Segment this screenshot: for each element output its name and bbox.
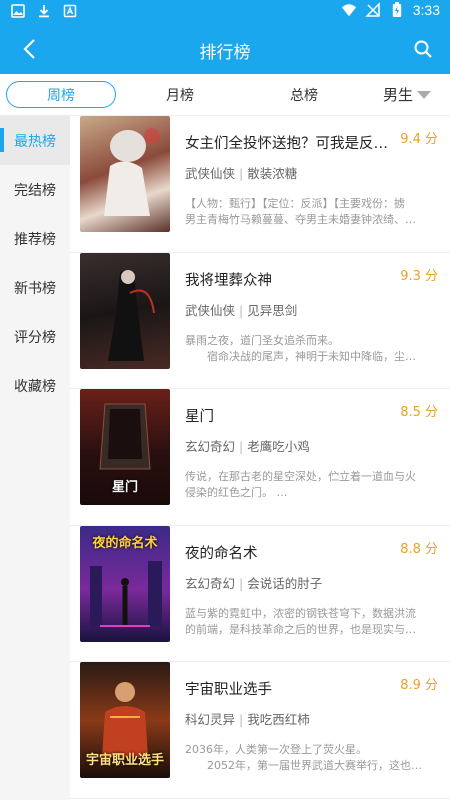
book-description: 暴雨之夜，道门圣女追杀而来。 宿命决战的尾声，神明于未知中降临，尘… [185, 333, 443, 365]
book-title: 星门 [185, 409, 214, 425]
book-list: 女主们全投怀送抱？可我是反… 9.4 分 武侠仙侠 | 散装浓糖 【人物：甄行】【定… [70, 116, 450, 800]
battery-icon [389, 2, 405, 18]
book-meta: 武侠仙侠 | 散装浓糖 [185, 163, 297, 182]
book-item[interactable]: 星门 星门 8.5 分 玄幻奇幻 | 老鹰吃小鸡 传说，在那古老的星空深处，伫立着一… [70, 389, 450, 526]
description-line: 男主青梅竹马赖蔓蔓、夺男主未婚妻钟浓绮、… [185, 213, 416, 226]
wifi-icon [341, 2, 357, 18]
book-description: 蓝与紫的霓虹中，浓密的钢铁苍穹下，数据洪流 的前端，是科技革命之后的世界，也是现… [185, 606, 443, 638]
book-title: 夜的命名术 [185, 545, 258, 562]
tab-monthly[interactable]: 月榜 [140, 81, 220, 108]
description-line: 宿命决战的尾声，神明于未知中降临，尘… [185, 349, 416, 363]
book-author: 会说话的肘子 [247, 575, 323, 591]
book-cover [80, 116, 170, 232]
period-tabs: 周榜 月榜 总榜 男生 [0, 74, 450, 116]
search-button[interactable] [408, 34, 438, 64]
book-title: 我将埋葬众神 [185, 272, 272, 289]
book-author: 见异思剑 [247, 302, 298, 318]
meta-divider: | [239, 166, 244, 181]
cover-title-text: 星门 [111, 480, 138, 495]
book-cover: 星门 [80, 389, 170, 505]
book-score: 8.5 分 [400, 405, 438, 420]
description-line: 【人物：甄行】【定位：反派】【主要戏份：掳 [185, 197, 405, 210]
gender-dropdown-label: 男生 [382, 86, 413, 104]
app-bar: 排行榜 [0, 24, 450, 74]
caret-down-icon [417, 90, 431, 99]
tab-total[interactable]: 总榜 [264, 81, 344, 108]
sidebar-item-recommended[interactable]: 推荐榜 [0, 214, 70, 263]
book-genre: 科幻灵异 [185, 712, 236, 727]
book-meta: 玄幻奇幻 | 会说话的肘子 [185, 573, 322, 592]
meta-divider: | [239, 302, 244, 318]
book-title: 宇宙职业选手 [185, 682, 272, 698]
sidebar-item-new-books[interactable]: 新书榜 [0, 263, 70, 312]
image-notification-icon [10, 3, 26, 19]
book-genre: 玄幻奇幻 [185, 575, 236, 591]
search-icon [414, 40, 432, 58]
description-line: 传说，在那古老的星空深处，伫立着一道血与火 [185, 470, 416, 483]
sidebar-item-favorites[interactable]: 收藏榜 [0, 361, 70, 410]
book-description: 【人物：甄行】【定位：反派】【主要戏份：掳 男主青梅竹马赖蔓蔓、夺男主未婚妻钟浓… [185, 196, 443, 228]
meta-divider: | [239, 575, 244, 591]
book-score: 9.4 分 [400, 132, 438, 147]
book-genre: 玄幻奇幻 [185, 439, 236, 454]
description-line: 暴雨之夜，道门圣女追杀而来。 [185, 333, 339, 347]
no-signal-icon [364, 2, 381, 18]
book-score: 9.3 分 [400, 268, 438, 284]
sidebar-item-rating[interactable]: 评分榜 [0, 312, 70, 361]
book-item[interactable]: 宇宙职业选手 宇宙职业选手 8.9 分 科幻灵异 | 我吃西红柿 2036年，人类第… [70, 662, 450, 799]
book-description: 2036年，人类第一次登上了荧火星。 2052年，第一届世界武道大赛举行，这也… [185, 742, 443, 774]
book-genre: 武侠仙侠 [185, 166, 236, 181]
meta-divider: | [239, 712, 244, 727]
book-item[interactable]: 我将埋葬众神 9.3 分 武侠仙侠 | 见异思剑 暴雨之夜，道门圣女追杀而来。 宿命… [70, 252, 450, 389]
book-cover: 宇宙职业选手 [80, 662, 170, 778]
book-author: 老鹰吃小鸡 [247, 439, 310, 454]
book-author: 我吃西红柿 [247, 712, 310, 727]
book-score: 8.8 分 [400, 541, 438, 557]
status-bar: 3:33 [0, 0, 450, 24]
book-item[interactable]: 女主们全投怀送抱？可我是反… 9.4 分 武侠仙侠 | 散装浓糖 【人物：甄行】【定… [70, 116, 450, 253]
description-line: 2036年，人类第一次登上了荧火星。 [185, 743, 367, 756]
category-sidebar: 最热榜 完结榜 推荐榜 新书榜 评分榜 收藏榜 [0, 116, 70, 800]
download-icon [36, 3, 52, 19]
book-title: 女主们全投怀送抱？可我是反… [185, 136, 388, 152]
book-item[interactable]: 夜的命名术 夜的命名术 8.8 分 玄幻奇幻 | 会说话的肘子 蓝与紫的霓虹中，浓密… [70, 525, 450, 662]
book-meta: 武侠仙侠 | 见异思剑 [185, 300, 297, 319]
cover-title-text: 宇宙职业选手 [85, 753, 164, 768]
page-title: 排行榜 [199, 43, 251, 63]
book-meta: 玄幻奇幻 | 老鹰吃小鸡 [185, 436, 310, 455]
book-cover [80, 252, 170, 369]
book-author: 散装浓糖 [247, 166, 298, 181]
book-cover: 夜的命名术 [80, 525, 170, 642]
description-line: 蓝与紫的霓虹中，浓密的钢铁苍穹下，数据洪流 [185, 606, 416, 620]
meta-divider: | [239, 439, 244, 454]
description-line: 的前端，是科技革命之后的世界，也是现实与… [185, 622, 416, 636]
status-time: 3:33 [412, 2, 440, 18]
app-notification-icon [62, 3, 78, 19]
description-line: 侵染的红色之门。 … [185, 486, 288, 499]
sidebar-item-completed[interactable]: 完结榜 [0, 165, 70, 214]
sidebar-item-hottest[interactable]: 最热榜 [0, 116, 70, 165]
gender-dropdown[interactable]: 男生 [372, 81, 442, 108]
tab-weekly[interactable]: 周榜 [6, 81, 116, 108]
book-meta: 科幻灵异 | 我吃西红柿 [185, 709, 310, 728]
description-line: 2052年，第一届世界武道大赛举行，这也… [185, 759, 422, 772]
cover-title-text: 夜的命名术 [92, 535, 158, 551]
book-genre: 武侠仙侠 [185, 302, 236, 318]
book-score: 8.9 分 [400, 678, 438, 693]
book-description: 传说，在那古老的星空深处，伫立着一道血与火 侵染的红色之门。 … [185, 469, 443, 501]
